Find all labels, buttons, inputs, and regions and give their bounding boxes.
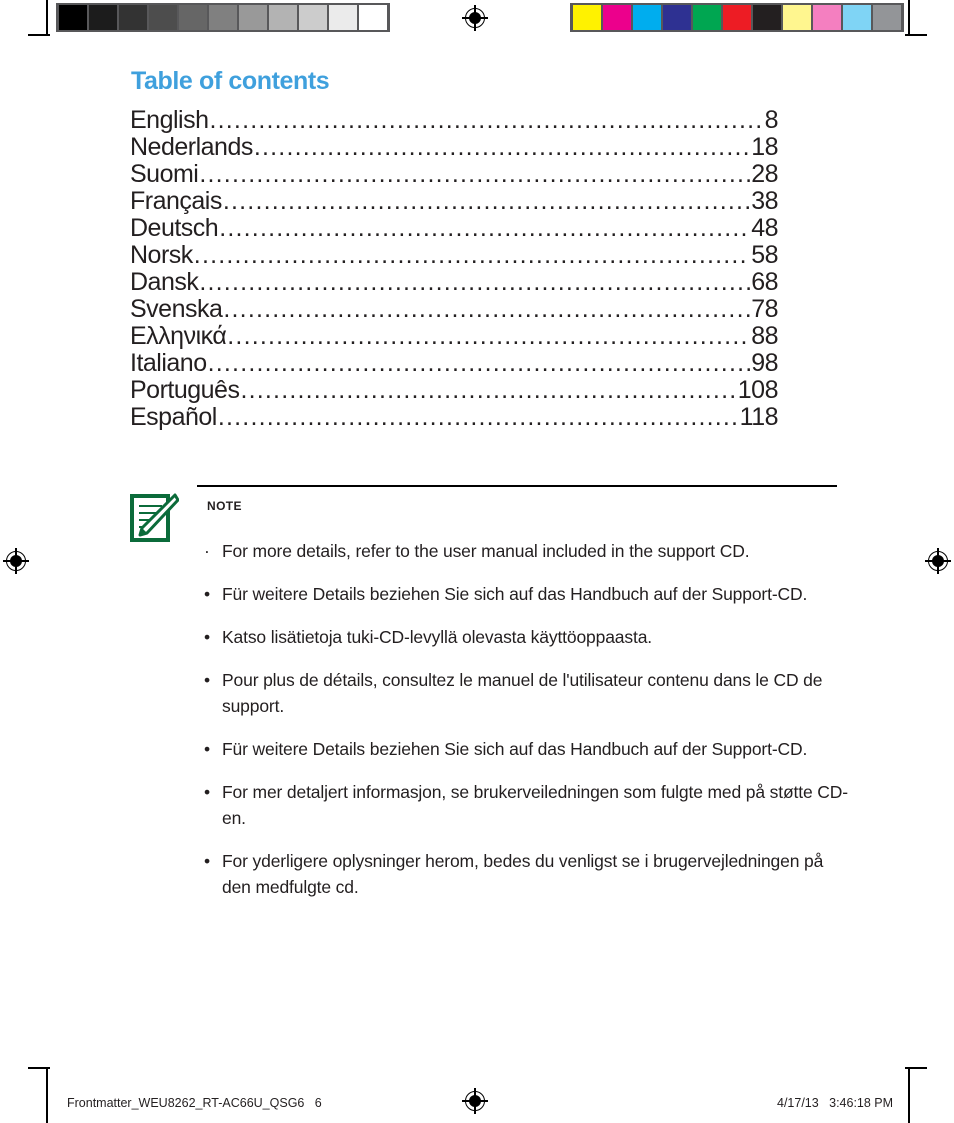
toc-entry-page-number: 18: [751, 133, 778, 161]
toc-leader-dots: ........................................…: [199, 268, 750, 296]
note-item: • Pour plus de détails, consultez le manu…: [200, 667, 850, 719]
toc-entry[interactable]: Français................................…: [130, 187, 778, 215]
footer-filename: Frontmatter_WEU8262_RT-AC66U_QSG6 6: [67, 1096, 322, 1110]
toc-leader-dots: ........................................…: [219, 214, 751, 242]
toc-entry-language: Ελληνικά: [130, 322, 227, 350]
note-item-text: For more details, refer to the user manu…: [222, 541, 750, 561]
toc-entry-page-number: 68: [751, 268, 778, 296]
note-label: NOTE: [207, 499, 242, 513]
toc-entry-language: Português: [130, 376, 240, 404]
toc-leader-dots: ........................................…: [199, 160, 750, 188]
toc-entry-page-number: 78: [751, 295, 778, 323]
note-item: • Für weitere Details beziehen Sie sich a…: [200, 736, 850, 762]
toc-entry-page-number: 108: [737, 376, 779, 404]
bullet-icon: •: [204, 851, 210, 871]
table-of-contents-list: English.................................…: [130, 106, 779, 431]
toc-leader-dots: ........................................…: [207, 349, 751, 377]
document-page: Table of contents English...............…: [0, 0, 954, 1123]
toc-entry-language: Nederlands: [130, 133, 253, 161]
note-item-text: For mer detaljert informasjon, se bruker…: [222, 782, 848, 828]
toc-leader-dots: ........................................…: [193, 241, 750, 269]
toc-leader-dots: ........................................…: [223, 295, 751, 323]
toc-entry-page-number: 88: [751, 322, 778, 350]
toc-leader-dots: ........................................…: [222, 187, 751, 215]
toc-entry-language: Norsk: [130, 241, 193, 269]
toc-entry-language: Suomi: [130, 160, 199, 188]
toc-entry[interactable]: English.................................…: [130, 106, 779, 134]
toc-entry[interactable]: Deutsch.................................…: [130, 214, 778, 242]
note-item-text: Für weitere Details beziehen Sie sich au…: [222, 584, 808, 604]
toc-entry[interactable]: Dansk...................................…: [130, 268, 778, 296]
toc-leader-dots: ........................................…: [240, 376, 737, 404]
bullet-icon: •: [204, 627, 210, 647]
toc-entry[interactable]: Italiano................................…: [130, 349, 778, 377]
bullet-icon: ·: [204, 541, 210, 561]
toc-entry[interactable]: Español.................................…: [130, 403, 779, 431]
toc-entry-language: Italiano: [130, 349, 207, 377]
toc-entry[interactable]: Svenska.................................…: [130, 295, 778, 323]
page-title: Table of contents: [131, 67, 330, 95]
note-item-text: For yderligere oplysninger herom, bedes …: [222, 851, 824, 897]
toc-entry-language: Español: [130, 403, 217, 431]
toc-entry-page-number: 98: [751, 349, 778, 377]
toc-entry-page-number: 48: [751, 214, 778, 242]
toc-entry-language: English: [130, 106, 209, 134]
toc-entry-language: Deutsch: [130, 214, 219, 242]
bullet-icon: •: [204, 782, 210, 802]
note-divider-rule: [197, 485, 837, 487]
note-item-text: Für weitere Details beziehen Sie sich au…: [222, 739, 808, 759]
toc-entry[interactable]: Suomi...................................…: [130, 160, 778, 188]
toc-leader-dots: ........................................…: [209, 106, 764, 134]
note-item-list: · For more details, refer to the user man…: [200, 538, 850, 917]
toc-entry[interactable]: Ελληνικά................................…: [130, 322, 778, 350]
note-item-text: Pour plus de détails, consultez le manue…: [222, 670, 823, 716]
toc-entry[interactable]: Norsk...................................…: [130, 241, 778, 269]
note-item-text: Katso lisätietoja tuki-CD-levyllä olevas…: [222, 627, 652, 647]
footer-timestamp: 4/17/13 3:46:18 PM: [777, 1096, 894, 1110]
toc-entry-page-number: 28: [751, 160, 778, 188]
note-item: • Katso lisätietoja tuki-CD-levyllä oleva…: [200, 624, 850, 650]
bullet-icon: •: [204, 584, 210, 604]
note-item: • Für weitere Details beziehen Sie sich a…: [200, 581, 850, 607]
toc-entry-page-number: 58: [751, 241, 778, 269]
note-item: • For yderligere oplysninger herom, bedes…: [200, 848, 850, 900]
toc-leader-dots: ........................................…: [217, 403, 739, 431]
toc-entry[interactable]: Nederlands..............................…: [130, 133, 778, 161]
bullet-icon: •: [204, 739, 210, 759]
toc-entry-language: Svenska: [130, 295, 223, 323]
toc-entry-page-number: 8: [764, 106, 779, 134]
note-pencil-icon: [129, 492, 180, 544]
toc-entry[interactable]: Português...............................…: [130, 376, 779, 404]
bullet-icon: •: [204, 670, 210, 690]
toc-leader-dots: ........................................…: [253, 133, 751, 161]
toc-entry-page-number: 38: [751, 187, 778, 215]
toc-entry-language: Français: [130, 187, 222, 215]
toc-leader-dots: ........................................…: [227, 322, 751, 350]
toc-entry-language: Dansk: [130, 268, 199, 296]
note-item: • For mer detaljert informasjon, se bruke…: [200, 779, 850, 831]
toc-entry-page-number: 118: [739, 403, 779, 431]
note-item: · For more details, refer to the user man…: [200, 538, 850, 564]
